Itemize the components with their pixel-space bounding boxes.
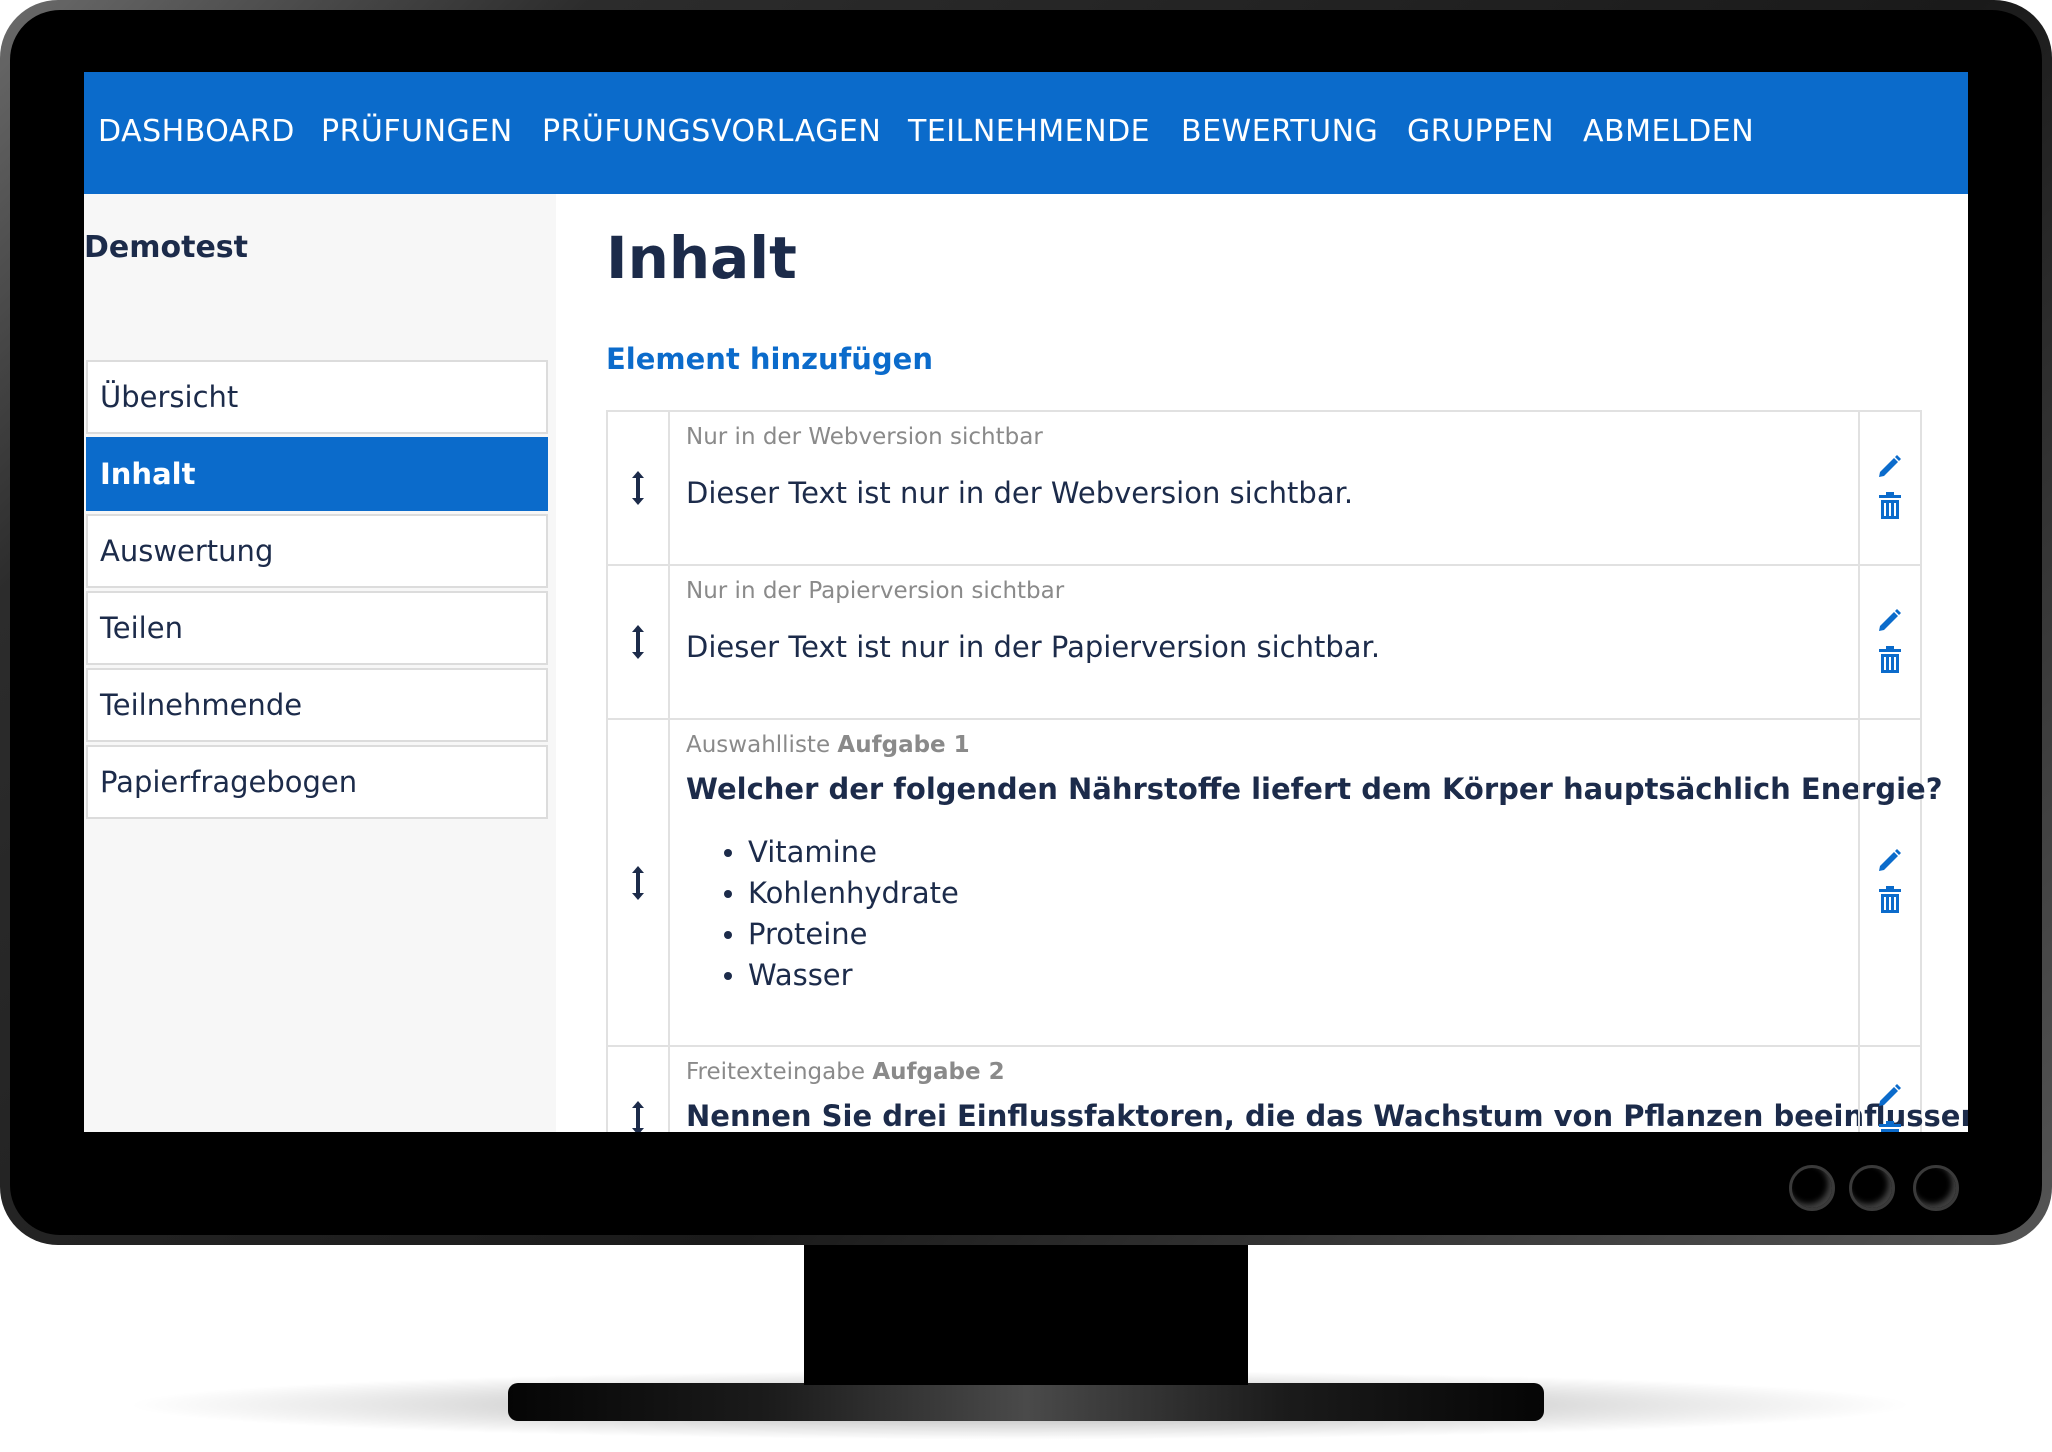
drag-column — [608, 720, 670, 1045]
pencil-icon[interactable] — [1876, 846, 1904, 874]
sidebar-item-papierfragebogen[interactable]: Papierfragebogen — [86, 745, 548, 819]
item-type-label: Freitexteingabe Aufgabe 2 — [686, 1059, 1842, 1085]
monitor-button — [1849, 1165, 1895, 1211]
sidebar-item-label: Teilen — [100, 611, 183, 645]
drag-handle-icon[interactable] — [628, 623, 648, 661]
answer-option: Wasser — [686, 955, 1842, 996]
drag-column — [608, 1047, 670, 1132]
drag-handle-icon[interactable] — [628, 864, 648, 902]
answer-option: Kohlenhydrate — [686, 873, 1842, 914]
question-text: Nennen Sie drei Einflussfaktoren, die da… — [686, 1099, 1968, 1132]
content-item: Freitexteingabe Aufgabe 2 Nennen Sie dre… — [606, 1047, 1968, 1132]
item-type-label: Nur in der Papierversion sichtbar — [686, 578, 1065, 604]
page-title: Inhalt — [606, 224, 797, 292]
question-text: Welcher der folgenden Nährstoffe liefert… — [686, 772, 1943, 806]
nav-gruppen[interactable]: GRUPPEN — [1407, 114, 1554, 149]
item-text: Dieser Text ist nur in der Webversion si… — [686, 476, 1354, 510]
sidebar-item-auswertung[interactable]: Auswertung — [86, 514, 548, 588]
drag-handle-icon[interactable] — [628, 469, 648, 507]
monitor-power-button — [1913, 1165, 1959, 1211]
action-column — [1858, 566, 1920, 718]
nav-pruefungen[interactable]: PRÜFUNGEN — [321, 114, 513, 149]
nav-abmelden[interactable]: ABMELDEN — [1583, 114, 1754, 149]
add-element-link[interactable]: Element hinzufügen — [606, 342, 933, 376]
trash-icon[interactable] — [1876, 492, 1904, 520]
task-number: Aufgabe 1 — [837, 732, 970, 758]
nav-teilnehmende[interactable]: TEILNEHMENDE — [908, 114, 1150, 149]
answer-option: Proteine — [686, 914, 1842, 955]
drag-handle-icon[interactable] — [628, 1099, 648, 1132]
screen: DASHBOARD PRÜFUNGEN PRÜFUNGSVORLAGEN TEI… — [84, 72, 1968, 1132]
sidebar: Demotest Übersicht Inhalt Auswertung Tei… — [84, 194, 556, 1132]
sidebar-item-label: Auswertung — [100, 534, 274, 568]
item-text: Dieser Text ist nur in der Papierversion… — [686, 630, 1381, 664]
trash-icon[interactable] — [1876, 886, 1904, 914]
sidebar-title: Demotest — [84, 230, 249, 265]
sidebar-item-label: Übersicht — [100, 380, 239, 414]
item-type-label: Nur in der Webversion sichtbar — [686, 424, 1043, 450]
monitor-stand — [804, 1245, 1248, 1385]
pencil-icon[interactable] — [1876, 452, 1904, 480]
task-number: Aufgabe 2 — [872, 1059, 1005, 1085]
nav-pruefungsvorlagen[interactable]: PRÜFUNGSVORLAGEN — [542, 114, 881, 149]
item-type-label: Auswahlliste Aufgabe 1 — [686, 732, 1842, 758]
drag-column — [608, 412, 670, 564]
content-item: Nur in der Papierversion sichtbar Dieser… — [606, 566, 1922, 720]
sidebar-item-teilnehmende[interactable]: Teilnehmende — [86, 668, 548, 742]
nav-dashboard[interactable]: DASHBOARD — [98, 114, 295, 149]
trash-icon[interactable] — [1876, 1121, 1904, 1132]
content-item: Nur in der Webversion sichtbar Dieser Te… — [606, 410, 1922, 566]
nav-bewertung[interactable]: BEWERTUNG — [1181, 114, 1378, 149]
drag-column — [608, 566, 670, 718]
monitor-button — [1789, 1165, 1835, 1211]
pencil-icon[interactable] — [1876, 606, 1904, 634]
action-column — [1858, 720, 1920, 1045]
sidebar-item-label: Inhalt — [100, 457, 196, 491]
answer-option: Vitamine — [686, 832, 1842, 873]
item-type-name: Auswahlliste — [686, 732, 831, 758]
monitor-base — [508, 1383, 1544, 1421]
content-item: Auswahlliste Aufgabe 1 Welcher der folge… — [606, 720, 1943, 1047]
top-navigation: DASHBOARD PRÜFUNGEN PRÜFUNGSVORLAGEN TEI… — [84, 72, 1968, 194]
action-column — [1858, 412, 1920, 564]
trash-icon[interactable] — [1876, 646, 1904, 674]
sidebar-item-uebersicht[interactable]: Übersicht — [86, 360, 548, 434]
action-column — [1858, 1047, 1920, 1132]
sidebar-item-label: Papierfragebogen — [100, 765, 358, 799]
content-item-list: Nur in der Webversion sichtbar Dieser Te… — [606, 410, 1968, 1132]
item-type-name: Freitexteingabe — [686, 1059, 866, 1085]
sidebar-item-label: Teilnehmende — [100, 688, 303, 722]
pencil-icon[interactable] — [1876, 1081, 1904, 1109]
answer-options: Vitamine Kohlenhydrate Proteine Wasser — [686, 832, 1842, 996]
sidebar-item-inhalt[interactable]: Inhalt — [86, 437, 548, 511]
sidebar-item-teilen[interactable]: Teilen — [86, 591, 548, 665]
